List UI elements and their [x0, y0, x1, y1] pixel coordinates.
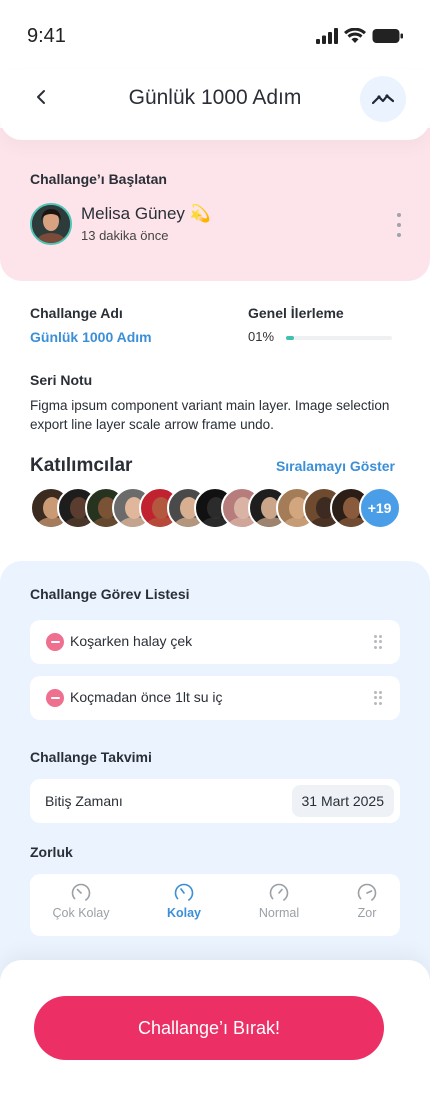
initiator-avatar[interactable]: [30, 203, 72, 245]
participant-avatars: +19: [30, 487, 410, 531]
task-item[interactable]: Koçmadan önce 1lt su iç: [30, 676, 400, 720]
difficulty-option-label: Çok Kolay: [52, 906, 110, 920]
speedometer-icon: [269, 883, 289, 902]
challenge-name-value: Günlük 1000 Adım: [30, 329, 152, 345]
calendar-label: Challange Takvimi: [30, 749, 152, 765]
drag-handle-icon[interactable]: [374, 635, 382, 649]
initiator-panel: Challange’ı Başlatan Melisa Güney 💫 13 d…: [0, 128, 430, 281]
more-participants-badge[interactable]: +19: [358, 487, 401, 529]
challenge-name-label: Challange Adı: [30, 305, 123, 321]
initiator-name: Melisa Güney 💫: [81, 204, 211, 223]
remove-task-icon[interactable]: [46, 633, 64, 651]
difficulty-selector: Çok Kolay Kolay Normal Zor: [30, 874, 400, 936]
speedometer-icon: [357, 883, 377, 902]
initiator-time: 13 dakika önce: [81, 228, 169, 243]
end-date-value[interactable]: 31 Mart 2025: [291, 785, 394, 817]
difficulty-option-zor[interactable]: Zor: [327, 882, 407, 920]
more-options-icon[interactable]: [394, 213, 404, 237]
speedometer-icon: [174, 883, 194, 902]
task-text: Koşarken halay çek: [70, 633, 193, 649]
show-ranking-link[interactable]: Sıralamayı Göster: [276, 458, 395, 474]
difficulty-option-label: Kolay: [166, 906, 202, 920]
status-bar: 9:41: [0, 0, 430, 70]
wifi-icon: [344, 28, 366, 43]
difficulty-option-label: Normal: [258, 906, 300, 920]
task-item[interactable]: Koşarken halay çek: [30, 620, 400, 664]
trend-icon: [372, 94, 394, 105]
initiator-label: Challange’ı Başlatan: [30, 171, 167, 187]
task-text: Koçmadan önce 1lt su iç: [70, 689, 223, 705]
note-text: Figma ipsum component variant main layer…: [30, 398, 390, 432]
task-list-label: Challange Görev Listesi: [30, 586, 190, 602]
battery-icon: [372, 29, 403, 43]
difficulty-option-kolay[interactable]: Kolay: [144, 882, 224, 920]
remove-task-icon[interactable]: [46, 689, 64, 707]
status-icons: [316, 28, 404, 44]
stats-button[interactable]: [360, 76, 406, 122]
progress-bar: [286, 336, 392, 340]
participants-title: Katılımcılar: [30, 455, 133, 476]
end-date-label: Bitiş Zamanı: [45, 793, 123, 809]
end-date-row: Bitiş Zamanı 31 Mart 2025: [30, 779, 400, 823]
signal-icon: [316, 28, 338, 44]
progress-bar-fill: [286, 336, 295, 340]
difficulty-option-cok-kolay[interactable]: Çok Kolay: [41, 882, 121, 920]
status-time: 9:41: [27, 25, 66, 47]
difficulty-option-normal[interactable]: Normal: [239, 882, 319, 920]
speedometer-icon: [71, 883, 91, 902]
progress-text: 01%: [248, 329, 275, 344]
header: Günlük 1000 Adım: [0, 70, 430, 140]
difficulty-label: Zorluk: [30, 844, 73, 860]
note-label: Seri Notu: [30, 372, 93, 388]
drag-handle-icon[interactable]: [374, 691, 382, 705]
challenge-details-panel: Challange Görev Listesi Koşarken halay ç…: [0, 561, 430, 981]
progress-label: Genel İlerleme: [248, 305, 344, 321]
bottom-action-bar: Challange’ı Bırak!: [0, 960, 430, 1096]
difficulty-option-label: Zor: [357, 906, 377, 920]
leave-challenge-button[interactable]: Challange’ı Bırak!: [34, 996, 384, 1060]
